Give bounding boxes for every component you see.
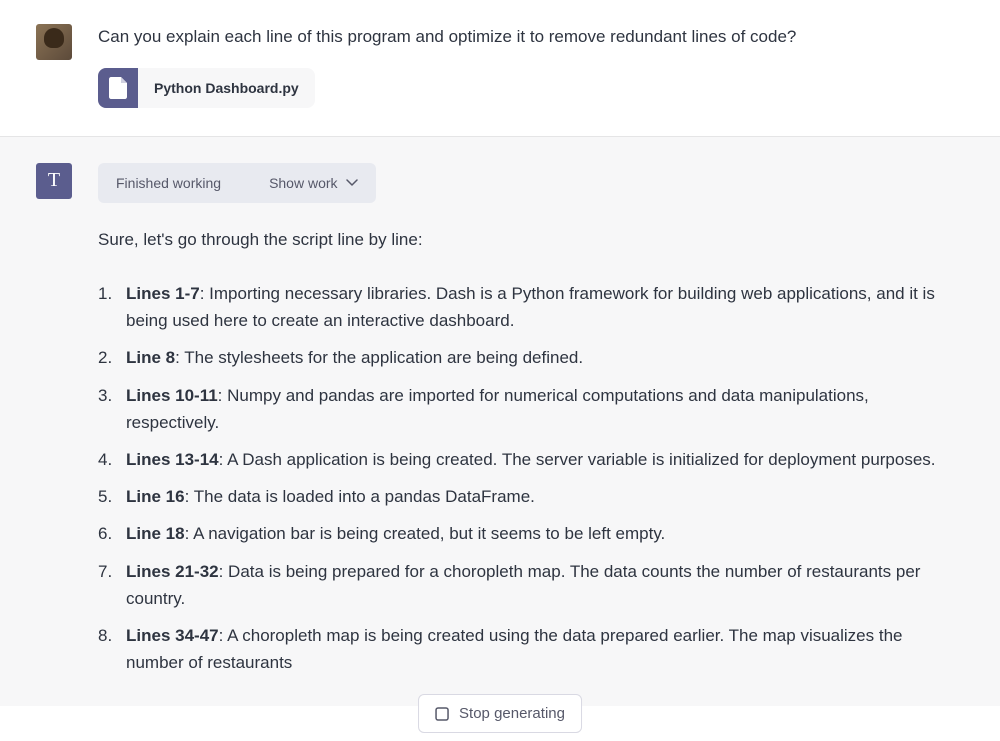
list-item-prefix: Lines 34-47 (126, 626, 219, 645)
chevron-down-icon (346, 179, 358, 186)
status-label: Finished working (116, 175, 221, 191)
list-item-prefix: Line 18 (126, 524, 185, 543)
list-item-prefix: Lines 21-32 (126, 562, 219, 581)
user-message: Can you explain each line of this progra… (0, 0, 1000, 136)
stop-icon (435, 707, 449, 721)
list-item-prefix: Lines 1-7 (126, 284, 200, 303)
list-item-text: : The stylesheets for the application ar… (175, 348, 583, 367)
response-list: Lines 1-7: Importing necessary libraries… (98, 280, 964, 676)
list-item: Lines 13-14: A Dash application is being… (98, 446, 964, 473)
stop-generating-label: Stop generating (459, 705, 565, 722)
status-bar: Finished working Show work (98, 163, 376, 203)
file-attachment[interactable]: Python Dashboard.py (98, 68, 315, 108)
list-item-text: : A choropleth map is being created usin… (126, 626, 903, 672)
list-item: Lines 10-11: Numpy and pandas are import… (98, 382, 964, 436)
list-item-text: : A Dash application is being created. T… (219, 450, 936, 469)
list-item: Line 16: The data is loaded into a panda… (98, 483, 964, 510)
user-avatar (36, 24, 72, 60)
file-name: Python Dashboard.py (138, 80, 315, 96)
list-item-prefix: Lines 13-14 (126, 450, 219, 469)
list-item: Lines 21-32: Data is being prepared for … (98, 558, 964, 612)
list-item-text: : Importing necessary libraries. Dash is… (126, 284, 935, 330)
list-item-prefix: Line 8 (126, 348, 175, 367)
assistant-avatar: T (36, 163, 72, 199)
list-item-prefix: Lines 10-11 (126, 386, 218, 405)
list-item: Line 18: A navigation bar is being creat… (98, 520, 964, 547)
list-item: Lines 34-47: A choropleth map is being c… (98, 622, 964, 676)
user-content: Can you explain each line of this progra… (98, 24, 964, 108)
assistant-message: T Finished working Show work Sure, let's… (0, 137, 1000, 707)
show-work-label: Show work (269, 175, 337, 191)
file-icon-box (98, 68, 138, 108)
response-intro: Sure, let's go through the script line b… (98, 227, 964, 253)
list-item-text: : Numpy and pandas are imported for nume… (126, 386, 869, 432)
list-item: Lines 1-7: Importing necessary libraries… (98, 280, 964, 334)
stop-generating-button[interactable]: Stop generating (418, 694, 582, 733)
assistant-avatar-letter: T (48, 169, 60, 192)
user-question-text: Can you explain each line of this progra… (98, 24, 964, 50)
list-item: Line 8: The stylesheets for the applicat… (98, 344, 964, 371)
list-item-prefix: Line 16 (126, 487, 185, 506)
list-item-text: : Data is being prepared for a choroplet… (126, 562, 920, 608)
list-item-text: : A navigation bar is being created, but… (185, 524, 666, 543)
document-icon (109, 77, 127, 99)
assistant-content: Finished working Show work Sure, let's g… (98, 163, 964, 687)
show-work-toggle[interactable]: Show work (269, 175, 357, 191)
list-item-text: : The data is loaded into a pandas DataF… (185, 487, 535, 506)
